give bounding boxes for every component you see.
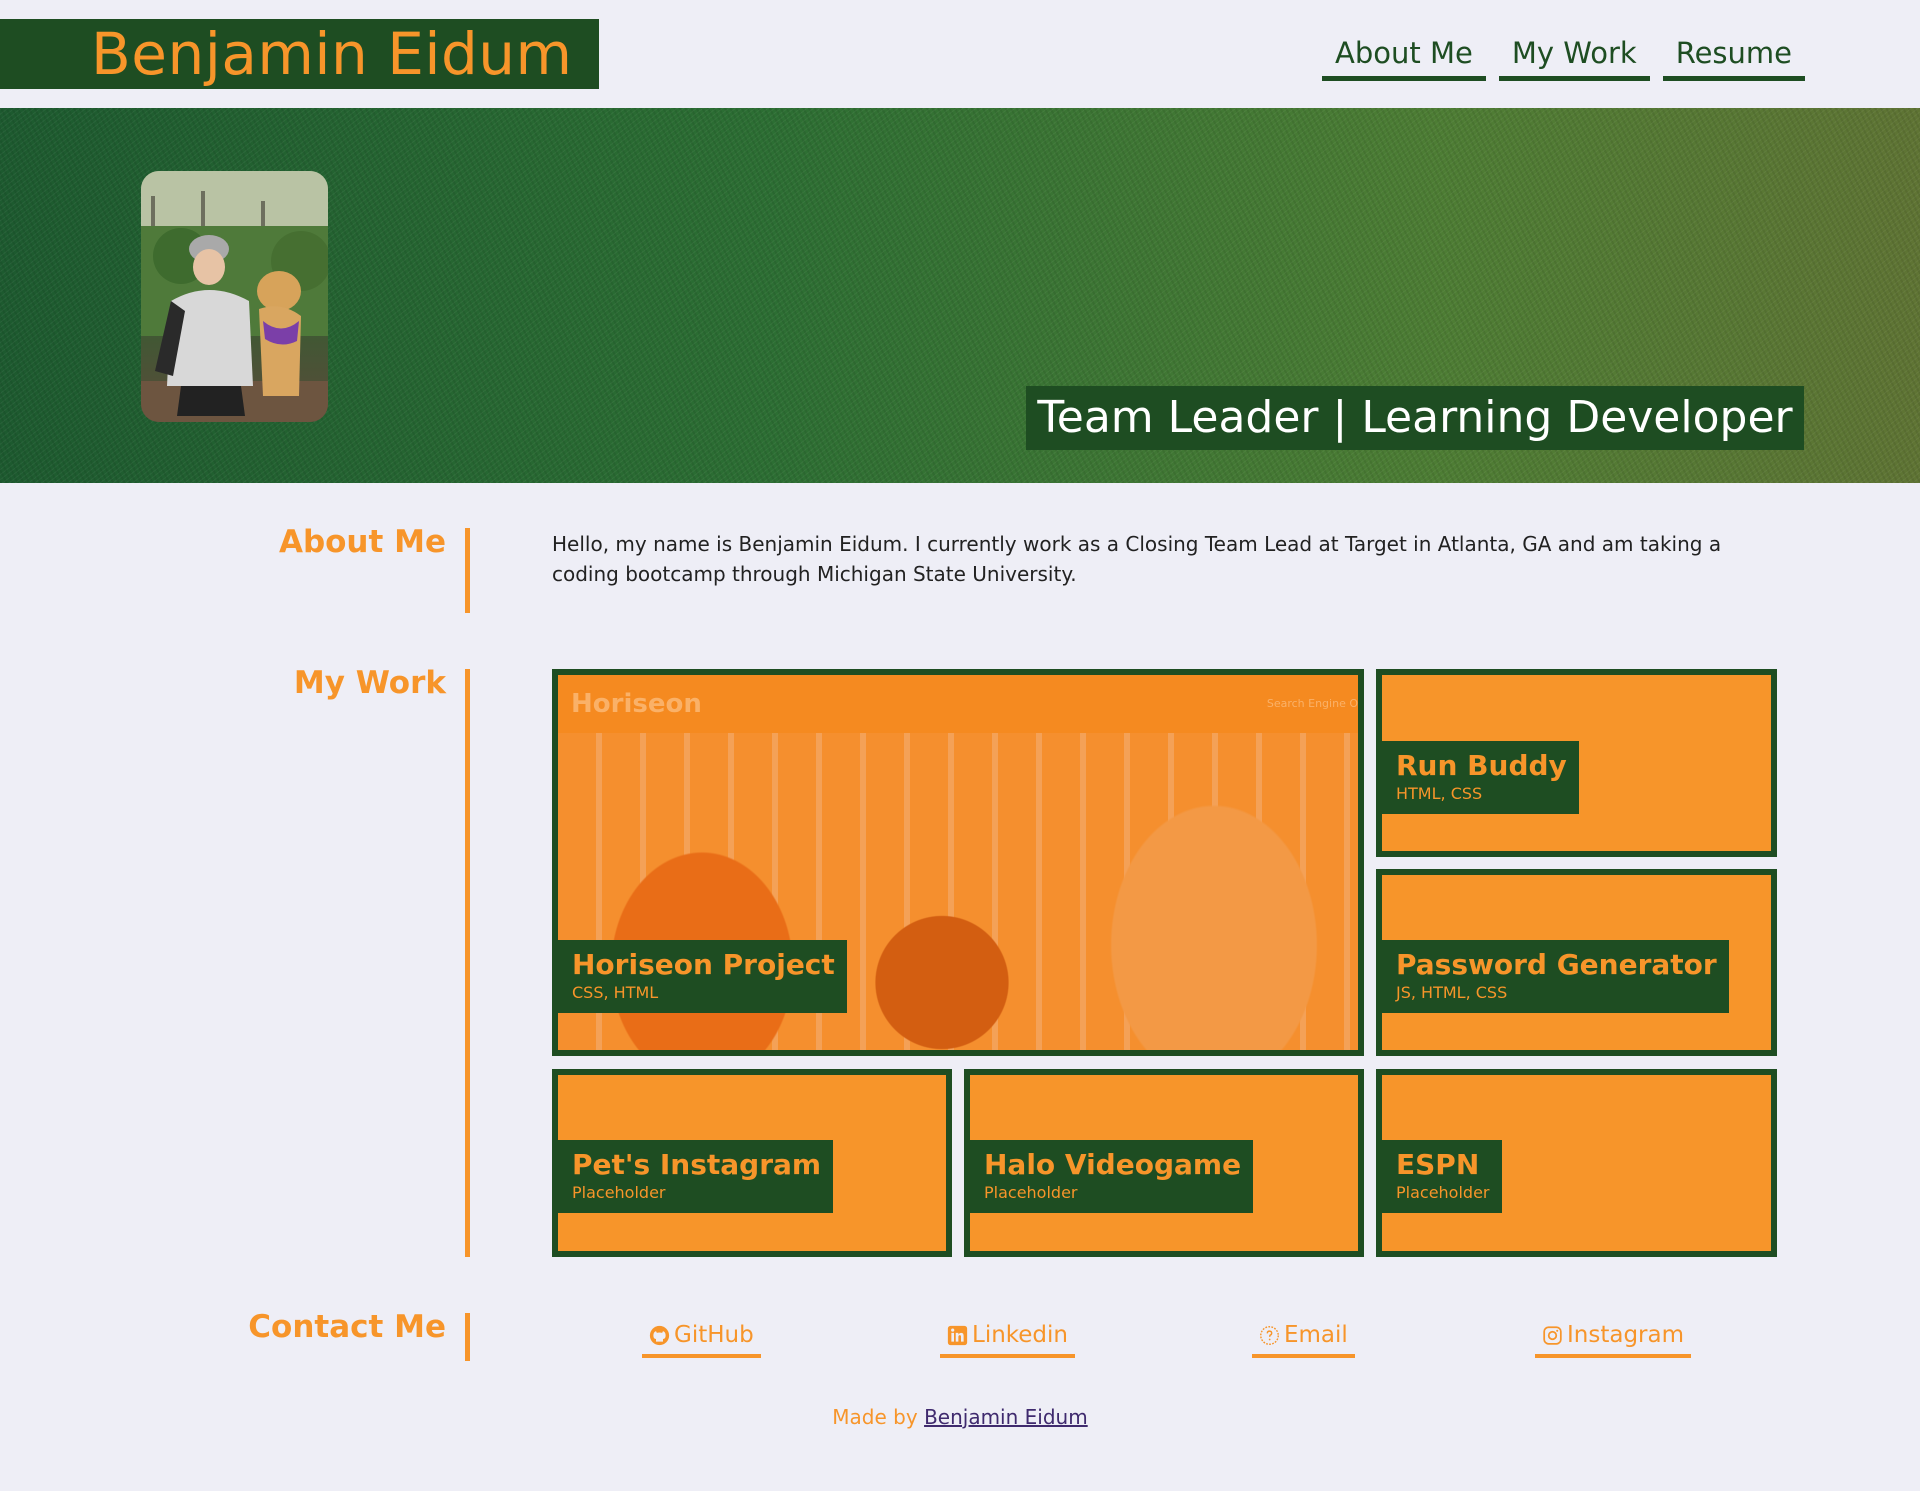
project-name: Horiseon Project (572, 948, 835, 981)
about-heading: About Me (278, 524, 446, 560)
project-label: Pet's Instagram Placeholder (558, 1140, 834, 1213)
work-heading: My Work (293, 665, 446, 701)
email-icon (1260, 1325, 1279, 1345)
main-nav: About Me My Work Resume (1322, 33, 1805, 81)
profile-photo (141, 171, 328, 422)
project-label: Halo Videogame Placeholder (970, 1140, 1254, 1213)
project-name: Halo Videogame (984, 1148, 1242, 1181)
project-tech: CSS, HTML (572, 983, 659, 1002)
project-card-run-buddy[interactable]: Run Buddy HTML, CSS (1376, 669, 1777, 857)
project-name: Password Generator (1396, 948, 1717, 981)
project-label: Run Buddy HTML, CSS (1382, 741, 1579, 814)
github-icon (649, 1325, 670, 1345)
contact-link-label: Instagram (1567, 1322, 1685, 1348)
project-tech: Placeholder (984, 1183, 1078, 1202)
project-card-halo-videogame[interactable]: Halo Videogame Placeholder (964, 1069, 1364, 1257)
project-tech: JS, HTML, CSS (1396, 983, 1508, 1002)
project-name: ESPN (1396, 1148, 1480, 1181)
project-tech: HTML, CSS (1396, 784, 1483, 803)
about-text: Hello, my name is Benjamin Eidum. I curr… (552, 532, 1722, 586)
project-label: ESPN Placeholder (1382, 1140, 1502, 1213)
project-card-pets-instagram[interactable]: Pet's Instagram Placeholder (552, 1069, 952, 1257)
contact-link-label: Linkedin (972, 1322, 1068, 1348)
project-name: Pet's Instagram (572, 1148, 822, 1181)
work-divider (465, 669, 470, 1257)
contact-link-github[interactable]: GitHub (642, 1318, 761, 1358)
project-card-password-generator[interactable]: Password Generator JS, HTML, CSS (1376, 869, 1777, 1056)
contact-link-label: GitHub (674, 1322, 754, 1348)
linkedin-icon (947, 1325, 968, 1345)
project-tech: Placeholder (1396, 1183, 1490, 1202)
project-label: Password Generator JS, HTML, CSS (1382, 940, 1729, 1013)
screenshot-nav-text: Search Engine O (1266, 697, 1358, 710)
hero-tagline: Team Leader | Learning Developer (1026, 386, 1804, 450)
instagram-icon (1543, 1325, 1562, 1345)
hero-banner: Team Leader | Learning Developer (0, 108, 1920, 483)
contact-link-linkedin[interactable]: Linkedin (940, 1318, 1075, 1358)
site-title: Benjamin Eidum (0, 19, 599, 89)
footer-prefix: Made by (832, 1405, 918, 1429)
nav-link-resume[interactable]: Resume (1662, 33, 1805, 81)
about-divider (465, 528, 470, 613)
nav-link-my-work[interactable]: My Work (1498, 33, 1650, 81)
project-label: Horiseon Project CSS, HTML (558, 940, 847, 1013)
contact-link-instagram[interactable]: Instagram (1535, 1318, 1692, 1358)
contact-divider (465, 1313, 470, 1361)
contact-heading: Contact Me (248, 1309, 446, 1345)
project-name: Run Buddy (1396, 749, 1567, 782)
screenshot-logo-text: Horiseon (571, 689, 702, 719)
nav-link-about-me[interactable]: About Me (1322, 33, 1486, 81)
project-card-horiseon[interactable]: Horiseon Search Engine O Horiseon Projec… (552, 669, 1364, 1056)
contact-link-email[interactable]: Email (1252, 1318, 1355, 1358)
footer: Made by Benjamin Eidum (0, 1405, 1920, 1429)
footer-author-link[interactable]: Benjamin Eidum (924, 1405, 1088, 1429)
contact-link-label: Email (1284, 1322, 1348, 1348)
project-tech: Placeholder (572, 1183, 666, 1202)
project-card-espn[interactable]: ESPN Placeholder (1376, 1069, 1777, 1257)
